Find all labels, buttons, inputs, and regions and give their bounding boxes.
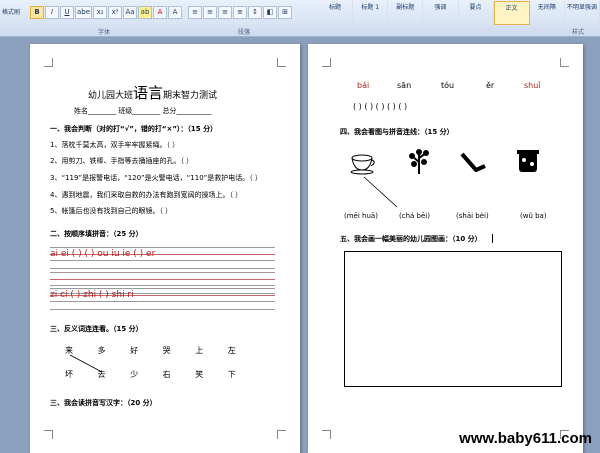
font-format-toolbar: B I U abe x₂ x² Aa ab A A: [30, 6, 183, 19]
style-no-spacing[interactable]: 无间隔: [530, 1, 565, 23]
align-left-icon[interactable]: ≡: [188, 6, 202, 19]
word-you: 右: [162, 370, 171, 379]
ribbon: 格式刷 B I U abe x₂ x² Aa ab A A ≡ ≡ ≡ ≡ ↕ …: [0, 0, 600, 37]
word-xia: 下: [227, 370, 236, 379]
text-cursor: [492, 234, 493, 243]
antonym-connector-line: [69, 354, 103, 373]
format-painter-button[interactable]: 格式刷: [2, 7, 20, 16]
align-right-icon[interactable]: ≡: [218, 6, 232, 19]
document-page-2[interactable]: bái sān tóu ěr shuǐ ( ) ( ) ( ) ( ) ( ) …: [308, 44, 583, 453]
drawing-box[interactable]: [344, 251, 562, 387]
highlight-button[interactable]: ab: [138, 6, 153, 19]
style-strong[interactable]: 要点: [459, 1, 494, 23]
superscript-button[interactable]: x²: [108, 6, 123, 19]
word-shao: 少: [130, 370, 139, 379]
label-wu-ba: (wǔ ba): [520, 212, 547, 220]
style-heading-1[interactable]: 标题 1: [353, 1, 389, 23]
underline-button[interactable]: U: [60, 6, 74, 19]
styles-gallery: 标题 标题 1 副标题 强调 要点 正文 无间隔 不明显强调: [318, 0, 600, 26]
borders-icon[interactable]: ⊞: [278, 6, 292, 19]
word-xiao: 笑: [195, 370, 204, 379]
document-page-1[interactable]: 幼儿园大班语言期末智力测试 姓名________ 班级________ 总分__…: [30, 44, 300, 453]
style-emphasis[interactable]: 强调: [423, 1, 459, 23]
style-subtle-emphasis[interactable]: 不明显强调: [565, 1, 600, 23]
style-heading[interactable]: 标题: [318, 1, 354, 23]
font-group-label: 字体: [98, 29, 111, 36]
matching-connector-line: [363, 176, 398, 208]
paragraph-group-label: 段落: [238, 29, 251, 36]
line-spacing-icon[interactable]: ↕: [248, 6, 262, 19]
label-cha-bei: (chá bēi): [399, 212, 430, 220]
watermark: www.baby611.com: [459, 430, 592, 447]
align-center-icon[interactable]: ≡: [203, 6, 217, 19]
paragraph-toolbar: ≡ ≡ ≡ ≡ ↕ ◧ ⊞: [188, 6, 292, 19]
label-shai-bei: (shāi bèi): [456, 212, 489, 220]
subscript-button[interactable]: x₂: [93, 6, 108, 19]
label-mei-hua: (mēi huā): [344, 212, 378, 220]
italic-button[interactable]: I: [45, 6, 59, 19]
char-shading-button[interactable]: A: [168, 6, 183, 19]
style-subtitle[interactable]: 副标题: [388, 1, 424, 23]
style-normal[interactable]: 正文: [493, 1, 530, 25]
styles-group-label: 样式: [572, 29, 585, 36]
section-4-heading-p1: 三、我会读拼音写汉字：（20 分）: [50, 399, 157, 407]
strikethrough-button[interactable]: abe: [75, 6, 93, 19]
section-5-heading: 五、我会画一幅美丽的幼儿园图画：（10 分）: [340, 235, 482, 243]
justify-icon[interactable]: ≡: [233, 6, 247, 19]
word-huai: 坏: [65, 370, 73, 379]
antonym-bottom-row: 坏 去 少 右 笑 下: [65, 369, 236, 380]
font-color-button[interactable]: A: [153, 6, 168, 19]
shading-icon[interactable]: ◧: [263, 6, 277, 19]
change-case-button[interactable]: Aa: [123, 6, 138, 19]
bold-button[interactable]: B: [30, 6, 44, 19]
word-qu: 去: [97, 370, 106, 379]
